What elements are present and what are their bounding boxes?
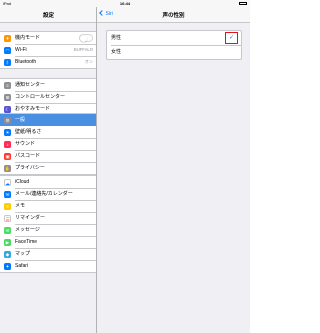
sidebar-item-label: 機内モード bbox=[15, 35, 41, 41]
passcode-lock-icon: ▣ bbox=[4, 152, 11, 160]
settings-group: ⚙ 一般 ☀ 壁紙/明るさ ♪ サウンド ▣ パスコード ✋ プライバシー bbox=[0, 113, 96, 175]
voice-gender-options: 男性 ✓ 女性 bbox=[106, 30, 242, 60]
page-title: 声の性別 bbox=[162, 13, 185, 19]
detail-nav-bar: Siri 声の性別 bbox=[97, 7, 250, 23]
settings-group: ✈ 機内モード ◠ Wi-Fi BUFFALO ᛒ Bluetooth オン bbox=[0, 31, 96, 69]
sidebar-item-label: サウンド bbox=[15, 141, 36, 147]
sidebar-item-label: FaceTime bbox=[15, 239, 38, 245]
option-male[interactable]: 男性 ✓ bbox=[107, 31, 241, 45]
sidebar-item-label: おやすみモード bbox=[15, 106, 51, 112]
sidebar-item-bluetooth[interactable]: ᛒ Bluetooth オン bbox=[0, 56, 96, 68]
sidebar-item-control-center[interactable]: ⊞ コントロールセンター bbox=[0, 91, 96, 103]
sidebar-item-icloud[interactable]: ☁ iCloud bbox=[0, 176, 96, 188]
airplane-mode-toggle[interactable] bbox=[79, 34, 93, 42]
sidebar-item-airplane[interactable]: ✈ 機内モード bbox=[0, 32, 96, 44]
sidebar-item-label: Safari bbox=[15, 263, 29, 269]
battery-icon bbox=[239, 0, 247, 7]
mail-icon: ✉ bbox=[4, 190, 11, 198]
gear-icon: ⚙ bbox=[4, 116, 11, 124]
sound-icon: ♪ bbox=[4, 140, 11, 148]
messages-icon: ✉ bbox=[4, 226, 11, 234]
sidebar-item-notification-center[interactable]: ≡ 通知センター bbox=[0, 79, 96, 91]
option-male-label: 男性 bbox=[111, 35, 122, 41]
sidebar-item-reminders[interactable]: ☰ リマインダー bbox=[0, 212, 96, 224]
sidebar-item-label: 一般 bbox=[15, 117, 26, 123]
settings-group: ☁ iCloud ✉ メール/連絡先/カレンダー ≡ メモ ☰ リマインダー ✉ メッセージ ▶ Fa… bbox=[0, 175, 96, 273]
sidebar-item-mail[interactable]: ✉ メール/連絡先/カレンダー bbox=[0, 188, 96, 200]
sidebar-item-value: BUFFALO bbox=[73, 47, 93, 52]
sidebar-item-label: 通知センター bbox=[15, 82, 46, 88]
control-center-icon: ⊞ bbox=[4, 93, 11, 101]
sidebar-item-maps[interactable]: ◆ マップ bbox=[0, 248, 96, 260]
brightness-icon: ☀ bbox=[4, 128, 11, 136]
sidebar-item-wifi[interactable]: ◠ Wi-Fi BUFFALO bbox=[0, 44, 96, 56]
sidebar-item-label: メール/連絡先/カレンダー bbox=[15, 191, 73, 197]
bluetooth-icon: ᛒ bbox=[4, 58, 11, 66]
sidebar-item-value: オン bbox=[84, 59, 93, 64]
maps-icon: ◆ bbox=[4, 250, 11, 258]
status-bar: iPad 16:44 bbox=[0, 0, 250, 7]
sidebar-item-safari-compass[interactable]: ✦ Safari bbox=[0, 260, 96, 272]
sidebar-item-label: リマインダー bbox=[15, 215, 46, 221]
sidebar-item-label: コントロールセンター bbox=[15, 94, 66, 100]
notification-center-icon: ≡ bbox=[4, 81, 11, 89]
sidebar-item-notes[interactable]: ≡ メモ bbox=[0, 200, 96, 212]
sidebar-item-label: iCloud bbox=[15, 179, 30, 185]
sidebar-item-label: メモ bbox=[15, 203, 26, 209]
sidebar-item-privacy-hand[interactable]: ✋ プライバシー bbox=[0, 162, 96, 174]
airplane-icon: ✈ bbox=[4, 34, 11, 42]
notes-icon: ≡ bbox=[4, 202, 11, 210]
reminders-icon: ☰ bbox=[4, 214, 11, 222]
sidebar-item-passcode-lock[interactable]: ▣ パスコード bbox=[0, 150, 96, 162]
wifi-icon: ◠ bbox=[4, 46, 11, 54]
sidebar-item-label: メッセージ bbox=[15, 227, 40, 233]
settings-sidebar: 設定 ✈ 機内モード ◠ Wi-Fi BUFFALO ᛒ Bluetooth オン ≡ 通知センタ… bbox=[0, 0, 97, 333]
facetime-icon: ▶ bbox=[4, 238, 11, 246]
sidebar-nav-bar: 設定 bbox=[0, 7, 96, 23]
option-female[interactable]: 女性 bbox=[107, 45, 241, 59]
sidebar-item-label: プライバシー bbox=[15, 165, 45, 171]
sidebar-item-label: パスコード bbox=[15, 153, 41, 159]
sidebar-item-label: 壁紙/明るさ bbox=[15, 129, 42, 135]
sidebar-title: 設定 bbox=[42, 13, 54, 19]
sidebar-item-gear[interactable]: ⚙ 一般 bbox=[0, 114, 96, 126]
sidebar-item-messages[interactable]: ✉ メッセージ bbox=[0, 224, 96, 236]
icloud-icon: ☁ bbox=[4, 178, 11, 186]
settings-group: ≡ 通知センター ⊞ コントロールセンター ☾ おやすみモード bbox=[0, 78, 96, 116]
selection-highlight: ✓ bbox=[225, 32, 238, 44]
sidebar-item-label: Wi-Fi bbox=[15, 47, 27, 53]
moon-icon: ☾ bbox=[4, 105, 11, 113]
sidebar-item-brightness[interactable]: ☀ 壁紙/明るさ bbox=[0, 126, 96, 138]
checkmark-icon: ✓ bbox=[229, 34, 235, 41]
detail-pane: Siri 声の性別 男性 ✓ 女性 bbox=[97, 0, 250, 333]
clock: 16:44 bbox=[119, 1, 131, 6]
sidebar-item-label: マップ bbox=[15, 251, 31, 257]
option-female-label: 女性 bbox=[111, 49, 122, 55]
sidebar-item-label: Bluetooth bbox=[15, 59, 37, 65]
safari-compass-icon: ✦ bbox=[4, 262, 11, 270]
privacy-hand-icon: ✋ bbox=[4, 164, 11, 172]
toggle-knob bbox=[80, 35, 87, 42]
sidebar-item-sound[interactable]: ♪ サウンド bbox=[0, 138, 96, 150]
sidebar-item-facetime[interactable]: ▶ FaceTime bbox=[0, 236, 96, 248]
